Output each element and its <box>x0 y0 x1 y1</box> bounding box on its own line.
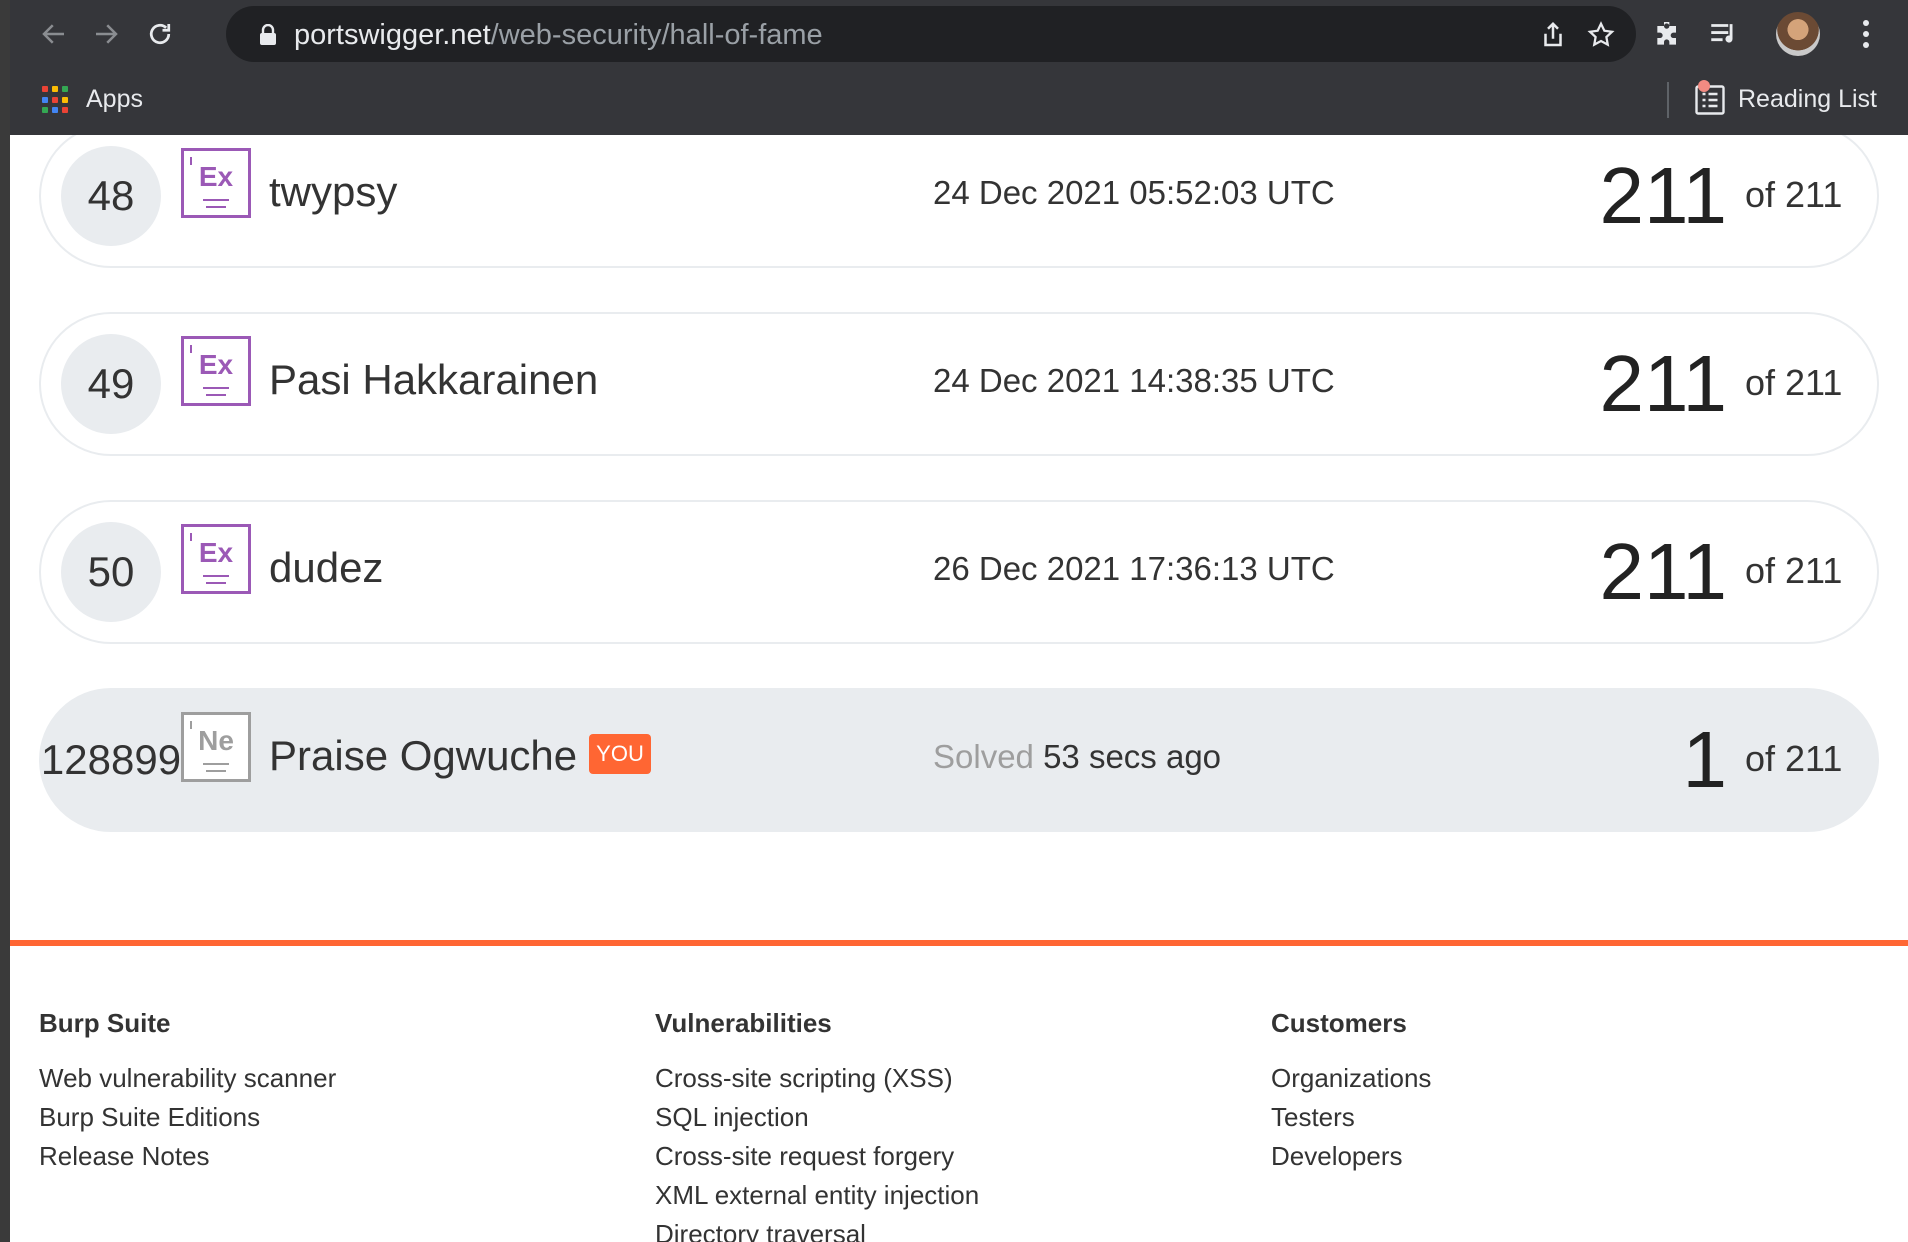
expert-badge-icon: Ex <box>181 336 251 406</box>
score-total: of 211 <box>1745 738 1843 779</box>
footer-link[interactable]: Organizations <box>1271 1059 1431 1098</box>
rank-number: 128899 <box>40 736 182 783</box>
url-path: /web-security/hall-of-fame <box>490 19 823 51</box>
kebab-menu-icon <box>1863 20 1869 48</box>
leaderboard-row: 49 Ex Pasi Hakkarainen 24 Dec 2021 14:38… <box>39 312 1879 456</box>
completion-date: 26 Dec 2021 17:36:13 UTC <box>933 550 1335 587</box>
back-arrow-icon <box>42 24 64 44</box>
score: 1 <box>1682 715 1728 804</box>
footer-link[interactable]: Developers <box>1271 1137 1431 1176</box>
badge-abbr: Ne <box>198 725 234 756</box>
media-controls-button[interactable] <box>1706 16 1742 52</box>
footer-link[interactable]: Web vulnerability scanner <box>39 1059 336 1098</box>
footer-divider <box>10 940 1908 946</box>
back-button[interactable] <box>32 12 76 56</box>
solved-status: Solved 53 secs ago <box>933 738 1221 776</box>
user-name-text: Praise Ogwuche <box>269 732 578 779</box>
you-badge: YOU <box>589 733 651 774</box>
rank-number: 49 <box>61 334 161 434</box>
footer-column-customers: Customers Organizations Testers Develope… <box>1271 1008 1431 1176</box>
solved-time: 53 secs ago <box>1043 738 1222 775</box>
reload-icon <box>149 23 171 45</box>
user-name: dudez <box>269 544 384 591</box>
bookmarks-divider <box>1667 82 1669 118</box>
score-total: of 211 <box>1745 174 1843 215</box>
leaderboard-row: 48 Ex twypsy 24 Dec 2021 05:52:03 UTC 21… <box>39 135 1879 268</box>
user-name: Praise Ogwuche YOU <box>269 732 651 780</box>
apps-grid-icon[interactable] <box>42 86 70 114</box>
address-bar[interactable]: portswigger.net/web-security/hall-of-fam… <box>226 6 1636 62</box>
extensions-button[interactable] <box>1650 16 1686 52</box>
profile-avatar[interactable] <box>1776 12 1820 56</box>
footer-column-burp-suite: Burp Suite Web vulnerability scanner Bur… <box>39 1008 336 1176</box>
score: 211 <box>1599 151 1727 240</box>
score: 211 <box>1599 339 1727 428</box>
playlist-icon <box>1711 24 1733 43</box>
footer-link[interactable]: Cross-site request forgery <box>655 1137 979 1176</box>
expert-badge-icon: Ex <box>181 148 251 218</box>
footer-link[interactable]: SQL injection <box>655 1098 979 1137</box>
user-name: Pasi Hakkarainen <box>269 356 599 403</box>
expert-badge-icon: Ex <box>181 524 251 594</box>
share-icon[interactable] <box>1538 20 1568 50</box>
bookmark-star-icon[interactable] <box>1586 20 1616 50</box>
footer-link[interactable]: Directory traversal <box>655 1215 979 1242</box>
footer-link[interactable]: Release Notes <box>39 1137 336 1176</box>
solved-label: Solved <box>933 738 1034 775</box>
reading-list-badge <box>1698 80 1710 92</box>
current-user-row: 128899 Ne Praise Ogwuche YOU Solved 53 se… <box>39 688 1879 832</box>
footer-heading: Customers <box>1271 1008 1407 1038</box>
puzzle-icon <box>1657 22 1676 45</box>
completion-date: 24 Dec 2021 14:38:35 UTC <box>933 362 1335 399</box>
footer-heading: Burp Suite <box>39 1008 171 1038</box>
footer-column-vulnerabilities: Vulnerabilities Cross-site scripting (XS… <box>655 1008 979 1242</box>
browser-toolbar: portswigger.net/web-security/hall-of-fam… <box>10 0 1908 68</box>
footer-link[interactable]: XML external entity injection <box>655 1176 979 1215</box>
footer-link[interactable]: Testers <box>1271 1098 1431 1137</box>
score: 211 <box>1599 527 1727 616</box>
footer-link[interactable]: Cross-site scripting (XSS) <box>655 1059 979 1098</box>
rank-number: 50 <box>61 522 161 622</box>
apps-shortcut[interactable]: Apps <box>86 85 143 114</box>
badge-abbr: Ex <box>198 537 234 568</box>
url-host: portswigger.net <box>294 19 491 51</box>
bookmarks-bar: Apps Reading List <box>10 68 1908 135</box>
leaderboard-row: 50 Ex dudez 26 Dec 2021 17:36:13 UTC 211… <box>39 500 1879 644</box>
footer-heading: Vulnerabilities <box>655 1008 832 1038</box>
background-window-edge <box>0 0 10 1242</box>
reading-list-button[interactable]: Reading List <box>1738 85 1877 114</box>
url-text: portswigger.net/web-security/hall-of-fam… <box>294 20 823 50</box>
novice-badge-icon: Ne <box>181 712 251 782</box>
lock-icon <box>260 24 276 45</box>
badge-abbr: Ex <box>198 349 234 380</box>
footer-link[interactable]: Burp Suite Editions <box>39 1098 336 1137</box>
browser-chrome: portswigger.net/web-security/hall-of-fam… <box>10 0 1908 135</box>
rank-number: 48 <box>61 146 161 246</box>
reload-button[interactable] <box>138 12 182 56</box>
badge-abbr: Ex <box>198 161 234 192</box>
web-page: 48 Ex twypsy 24 Dec 2021 05:52:03 UTC 21… <box>10 135 1908 1242</box>
user-name: twypsy <box>269 168 398 215</box>
menu-button[interactable] <box>1848 16 1884 52</box>
score-total: of 211 <box>1745 550 1843 591</box>
forward-button[interactable] <box>84 12 128 56</box>
score-total: of 211 <box>1745 362 1843 403</box>
forward-arrow-icon <box>96 24 118 44</box>
completion-date: 24 Dec 2021 05:52:03 UTC <box>933 174 1335 211</box>
